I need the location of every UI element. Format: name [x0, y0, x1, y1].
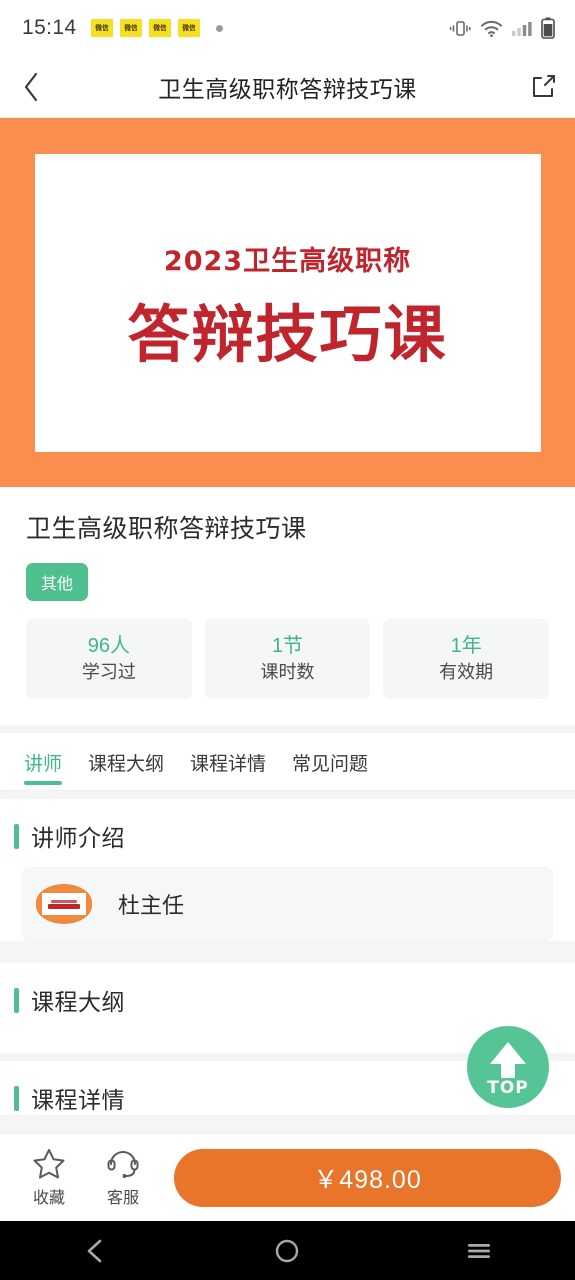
share-icon — [532, 75, 555, 97]
avatar-line-top — [51, 899, 77, 903]
notification-badge-icon: 微信 — [148, 19, 171, 37]
wifi-icon — [481, 20, 502, 37]
android-recents-button[interactable] — [439, 1240, 519, 1262]
content-tabs: 讲师 课程大纲 课程详情 常见问题 — [0, 733, 575, 792]
banner-subtitle: 2023卫生高级职称 — [163, 246, 412, 277]
scroll-to-top-button[interactable]: TOP — [467, 1026, 549, 1108]
stat-card-validity: 1年 有效期 — [383, 619, 550, 700]
android-navigation-bar — [0, 1221, 575, 1280]
section-header: 课程大纲 — [0, 983, 575, 1017]
nav-home-circle-icon — [276, 1239, 299, 1262]
chevron-left-icon — [24, 72, 38, 101]
notification-badge-icon: 微信 — [90, 19, 113, 37]
vibrate-icon — [449, 21, 471, 36]
section-title: 课程大纲 — [31, 989, 125, 1016]
page-scroll-container[interactable]: 2023卫生高级职称 答辩技巧课 卫生高级职称答辩技巧课 其他 96人 学习过 … — [0, 118, 575, 1133]
section-header: 讲师介绍 — [0, 819, 575, 853]
section-accent-bar — [14, 823, 19, 849]
android-back-button[interactable] — [56, 1238, 136, 1264]
notification-badge-label: 微信 — [123, 24, 138, 32]
stat-label: 有效期 — [439, 662, 494, 682]
page-title: 卫生高级职称答辩技巧课 — [158, 75, 417, 102]
notification-overflow-dot-icon — [215, 24, 223, 32]
section-accent-bar — [14, 1085, 19, 1111]
notification-badge-label: 微信 — [181, 24, 196, 32]
stat-value: 1年 — [450, 635, 482, 657]
nav-back-icon — [87, 1239, 102, 1262]
bottom-action-bar: 收藏 客服 ￥498.00 — [0, 1133, 575, 1221]
status-bar: 15:14 微信 微信 微信 微信 — [0, 0, 575, 56]
customer-support-button[interactable]: 客服 — [86, 1147, 160, 1208]
stat-label: 课时数 — [260, 662, 315, 682]
notification-badge-label: 微信 — [152, 24, 167, 32]
buy-now-price-button[interactable]: ￥498.00 — [174, 1148, 561, 1207]
nav-recents-icon — [468, 1243, 491, 1258]
star-outline-icon — [33, 1149, 65, 1179]
course-thumbnail-avatar-icon — [36, 884, 92, 925]
notification-badge-label: 微信 — [94, 24, 109, 32]
tab-instructor[interactable]: 讲师 — [24, 749, 63, 790]
notification-badge-icon: 微信 — [177, 19, 200, 37]
avatar-inner — [42, 893, 86, 916]
headset-icon — [107, 1151, 139, 1178]
tab-syllabus[interactable]: 课程大纲 — [88, 749, 164, 790]
banner-inner-card: 2023卫生高级职称 答辩技巧课 — [34, 153, 541, 452]
status-bar-clock: 15:14 — [22, 16, 77, 39]
status-bar-system-icons — [449, 0, 555, 56]
scroll-to-top-label: TOP — [487, 1078, 529, 1098]
banner-main-title: 答辩技巧课 — [127, 298, 448, 371]
support-label: 客服 — [106, 1190, 139, 1207]
course-title-block: 卫生高级职称答辩技巧课 其他 — [0, 487, 575, 619]
stat-card-learners: 96人 学习过 — [26, 619, 192, 700]
section-accent-bar — [14, 987, 19, 1013]
battery-icon — [541, 17, 555, 39]
avatar-line-bottom — [48, 903, 80, 909]
course-category-tag: 其他 — [26, 563, 89, 601]
notification-badge-icon: 微信 — [119, 19, 142, 37]
stat-value: 1节 — [271, 635, 304, 657]
signal-icon — [512, 22, 532, 36]
course-banner[interactable]: 2023卫生高级职称 答辩技巧课 — [0, 118, 575, 487]
status-bar-notification-badges: 微信 微信 微信 微信 — [90, 19, 223, 37]
section-instructor: 讲师介绍 杜主任 — [0, 799, 575, 942]
stat-card-lessons: 1节 课时数 — [204, 619, 371, 700]
favorite-button[interactable]: 收藏 — [12, 1147, 86, 1208]
section-title: 讲师介绍 — [31, 825, 125, 852]
course-title: 卫生高级职称答辩技巧课 — [26, 515, 307, 543]
share-button[interactable] — [511, 56, 575, 118]
phone-screen: 15:14 微信 微信 微信 微信 卫生高级职称答辩技巧课 2023卫生高级职称… — [0, 0, 575, 1280]
tab-faq[interactable]: 常见问题 — [292, 749, 368, 790]
tab-course-details[interactable]: 课程详情 — [190, 749, 266, 790]
instructor-card[interactable]: 杜主任 — [22, 867, 553, 942]
course-stats-row: 96人 学习过 1节 课时数 1年 有效期 — [0, 619, 575, 726]
instructor-name: 杜主任 — [118, 893, 185, 919]
section-title: 课程详情 — [31, 1087, 125, 1114]
back-button[interactable] — [0, 56, 64, 118]
app-header: 卫生高级职称答辩技巧课 — [0, 56, 575, 118]
stat-value: 96人 — [87, 635, 130, 657]
stat-label: 学习过 — [81, 662, 136, 682]
android-home-button[interactable] — [247, 1238, 327, 1264]
favorite-label: 收藏 — [32, 1190, 65, 1207]
